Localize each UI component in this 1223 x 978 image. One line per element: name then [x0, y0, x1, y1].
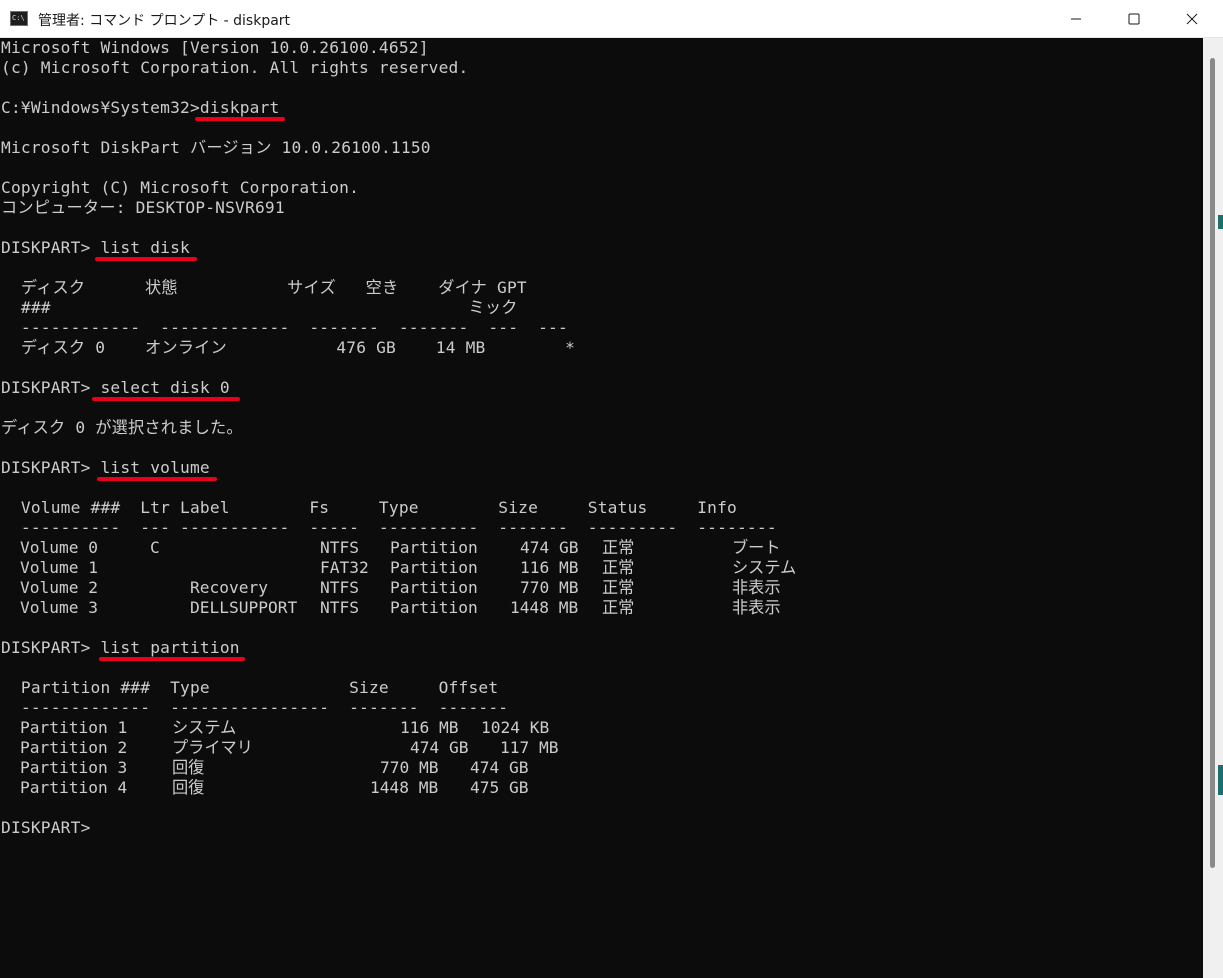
disk-table-header: ディスク 状態 サイズ 空き ダイナ GPT: [1, 278, 527, 297]
volume-cell-info: システム: [732, 558, 797, 577]
window-title: 管理者: コマンド プロンプト - diskpart: [38, 13, 291, 29]
volume-cell-type: Partition: [390, 578, 478, 597]
volume-cell-type: Partition: [390, 598, 478, 617]
volume-cell-fs: FAT32: [320, 558, 369, 577]
console-line-select-result: ディスク 0 が選択されました。: [1, 418, 243, 437]
console-line-select-disk: DISKPART> select disk 0: [1, 378, 230, 398]
volume-cell-fs: NTFS: [320, 578, 359, 597]
console-line-copyright-ms: (c) Microsoft Corporation. All rights re…: [1, 58, 469, 77]
partition-cell-type: システム: [172, 718, 237, 737]
partition-cell-type: 回復: [172, 778, 205, 797]
volume-cell-fs: NTFS: [320, 538, 359, 557]
title-bar: C:\ 管理者: コマンド プロンプト - diskpart: [0, 0, 1223, 38]
partition-cell-size: 770 MB: [380, 758, 439, 777]
console-line-list-partition: DISKPART> list partition: [1, 638, 240, 658]
console-line-copyright-diskpart: Copyright (C) Microsoft Corporation.: [1, 178, 360, 197]
console-line-version: Microsoft Windows [Version 10.0.26100.46…: [1, 38, 429, 57]
window-edge-accent: [1218, 215, 1223, 229]
console-line-diskpart-version: Microsoft DiskPart バージョン 10.0.26100.1150: [1, 138, 431, 157]
console-line-list-disk: DISKPART> list disk: [1, 238, 190, 258]
partition-cell-offset: 117 MB: [500, 738, 559, 757]
prompt-diskpart: DISKPART>: [1, 238, 101, 257]
partition-table-separator: ------------- ---------------- ------- -…: [1, 698, 509, 717]
command-diskpart: diskpart: [199, 98, 280, 117]
prompt-diskpart: DISKPART>: [1, 458, 101, 477]
command-select-disk: select disk 0: [100, 378, 230, 397]
console-line-prompt-cmd: C:¥Windows¥System32>diskpart: [1, 98, 280, 118]
partition-cell-name: Partition 3: [20, 758, 128, 777]
volume-cell-status: 正常: [602, 538, 635, 557]
volume-table-header: Volume ### Ltr Label Fs Type Size Status…: [1, 498, 737, 517]
partition-cell-type: 回復: [172, 758, 205, 777]
console-output[interactable]: Microsoft Windows [Version 10.0.26100.46…: [0, 38, 1203, 978]
volume-cell-info: 非表示: [732, 578, 781, 597]
partition-cell-type: プライマリ: [172, 738, 253, 757]
volume-cell-size: 770 MB: [520, 578, 579, 597]
volume-cell-size: 116 MB: [520, 558, 579, 577]
volume-cell-type: Partition: [390, 558, 478, 577]
cmd-icon[interactable]: C:\: [10, 11, 28, 26]
maximize-button[interactable]: [1105, 0, 1163, 38]
volume-cell-fs: NTFS: [320, 598, 359, 617]
volume-cell-vol: Volume 2: [20, 578, 98, 597]
prompt-diskpart: DISKPART>: [1, 378, 101, 397]
volume-cell-ltr: C: [150, 538, 160, 557]
partition-cell-size: 1448 MB: [370, 778, 439, 797]
annotation-underline-select-disk: [92, 397, 240, 401]
volume-cell-status: 正常: [602, 558, 635, 577]
console-line-list-volume: DISKPART> list volume: [1, 458, 210, 478]
vertical-scrollbar[interactable]: [1203, 38, 1223, 978]
partition-cell-size: 474 GB: [410, 738, 469, 757]
volume-cell-info: ブート: [732, 538, 781, 557]
command-list-disk: list disk: [100, 238, 190, 257]
volume-cell-label: Recovery: [190, 578, 268, 597]
minimize-icon: [1071, 18, 1081, 20]
disk-table-row: ディスク 0 オンライン 476 GB 14 MB *: [1, 338, 576, 357]
volume-cell-size: 474 GB: [520, 538, 579, 557]
annotation-underline-list-disk: [95, 257, 197, 261]
scrollbar-thumb[interactable]: [1210, 58, 1215, 868]
volume-cell-type: Partition: [390, 538, 478, 557]
annotation-underline-list-volume: [97, 477, 217, 481]
minimize-button[interactable]: [1047, 0, 1105, 38]
window-edge-accent: [1218, 765, 1223, 795]
partition-cell-offset: 475 GB: [470, 778, 529, 797]
partition-cell-name: Partition 1: [20, 718, 128, 737]
disk-table-separator: ------------ ------------- ------- -----…: [1, 318, 568, 337]
command-list-partition: list partition: [100, 638, 240, 657]
partition-cell-name: Partition 2: [20, 738, 128, 757]
maximize-icon: [1128, 13, 1140, 25]
annotation-underline-diskpart: [195, 117, 285, 121]
annotation-underline-list-partition: [99, 657, 245, 661]
volume-table-separator: ---------- --- ----------- ----- -------…: [1, 518, 777, 537]
prompt-diskpart: DISKPART>: [1, 638, 101, 657]
command-list-volume: list volume: [100, 458, 210, 477]
volume-cell-vol: Volume 0: [20, 538, 98, 557]
disk-table-header-2: ### ミック: [1, 298, 518, 317]
volume-cell-info: 非表示: [732, 598, 781, 617]
prompt-cmd: C:¥Windows¥System32>: [1, 98, 200, 117]
partition-cell-offset: 1024 KB: [481, 718, 550, 737]
console-line-final-prompt: DISKPART>: [1, 818, 91, 837]
partition-cell-size: 116 MB: [400, 718, 459, 737]
volume-cell-status: 正常: [602, 598, 635, 617]
partition-table-header: Partition ### Type Size Offset: [1, 678, 499, 697]
volume-cell-vol: Volume 1: [20, 558, 98, 577]
volume-cell-size: 1448 MB: [510, 598, 579, 617]
partition-cell-offset: 474 GB: [470, 758, 529, 777]
volume-cell-status: 正常: [602, 578, 635, 597]
partition-cell-name: Partition 4: [20, 778, 128, 797]
console-line-computer: コンピューター: DESKTOP-NSVR691: [1, 198, 285, 217]
close-button[interactable]: [1163, 0, 1221, 38]
volume-cell-label: DELLSUPPORT: [190, 598, 298, 617]
volume-cell-vol: Volume 3: [20, 598, 98, 617]
close-icon: [1186, 13, 1198, 25]
